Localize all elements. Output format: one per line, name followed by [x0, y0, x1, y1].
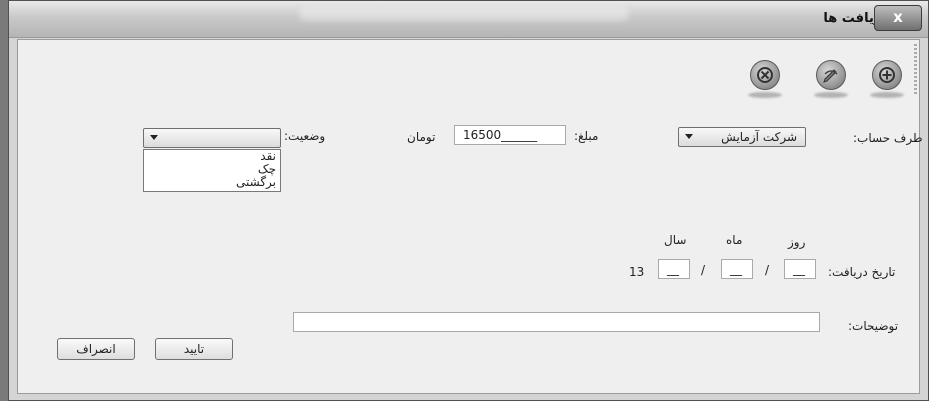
chevron-down-icon [685, 134, 693, 139]
title-bar[interactable]: دریافت ها x [9, 1, 928, 38]
shadow [748, 92, 782, 98]
day-label: روز [788, 235, 806, 249]
status-option-returned[interactable]: برگشتی [144, 176, 280, 189]
amount-label: مبلغ: [574, 129, 599, 143]
receipts-window: دریافت ها x طرف حساب: شرکت آزمایش مبلغ: … [8, 0, 929, 401]
delete-icon [757, 67, 773, 83]
year-label: سال [664, 233, 687, 247]
year-input[interactable]: __ [658, 259, 690, 279]
month-label: ماه [726, 233, 743, 247]
add-button[interactable] [872, 60, 902, 90]
status-dropdown: نقد چک برگشتی [143, 149, 281, 192]
date-separator: / [701, 263, 706, 277]
status-combo[interactable] [143, 128, 281, 148]
close-button[interactable]: x [874, 5, 922, 31]
date-label: تاریخ دریافت: [828, 265, 896, 279]
account-label: طرف حساب: [853, 131, 923, 145]
notes-label: توضیحات: [848, 319, 899, 333]
account-value: شرکت آزمایش [721, 130, 797, 144]
delete-button[interactable] [750, 60, 780, 90]
month-input[interactable]: __ [721, 259, 753, 279]
amount-value: 16500______ [463, 128, 538, 142]
toolbar-grip [914, 44, 917, 96]
edit-button[interactable] [816, 60, 846, 90]
background-blur [299, 7, 629, 21]
form-area: طرف حساب: شرکت آزمایش مبلغ: 16500______ … [17, 39, 923, 394]
shadow [814, 92, 848, 98]
shadow [870, 92, 904, 98]
year-prefix: 13 [629, 265, 645, 279]
date-separator: / [765, 263, 770, 277]
status-label: وضعیت: [284, 129, 326, 143]
notes-input[interactable] [293, 312, 820, 332]
add-icon [879, 67, 895, 83]
cancel-button[interactable]: انصراف [57, 338, 135, 360]
day-value: __ [793, 262, 805, 276]
edit-icon [823, 69, 838, 83]
account-combo[interactable]: شرکت آزمایش [678, 127, 806, 147]
month-value: __ [730, 262, 742, 276]
year-value: __ [667, 262, 679, 276]
day-input[interactable]: __ [784, 259, 816, 279]
chevron-down-icon [150, 135, 158, 140]
amount-input[interactable]: 16500______ [454, 125, 566, 145]
currency-label: تومان [407, 130, 436, 144]
confirm-button[interactable]: تایید [155, 338, 233, 360]
